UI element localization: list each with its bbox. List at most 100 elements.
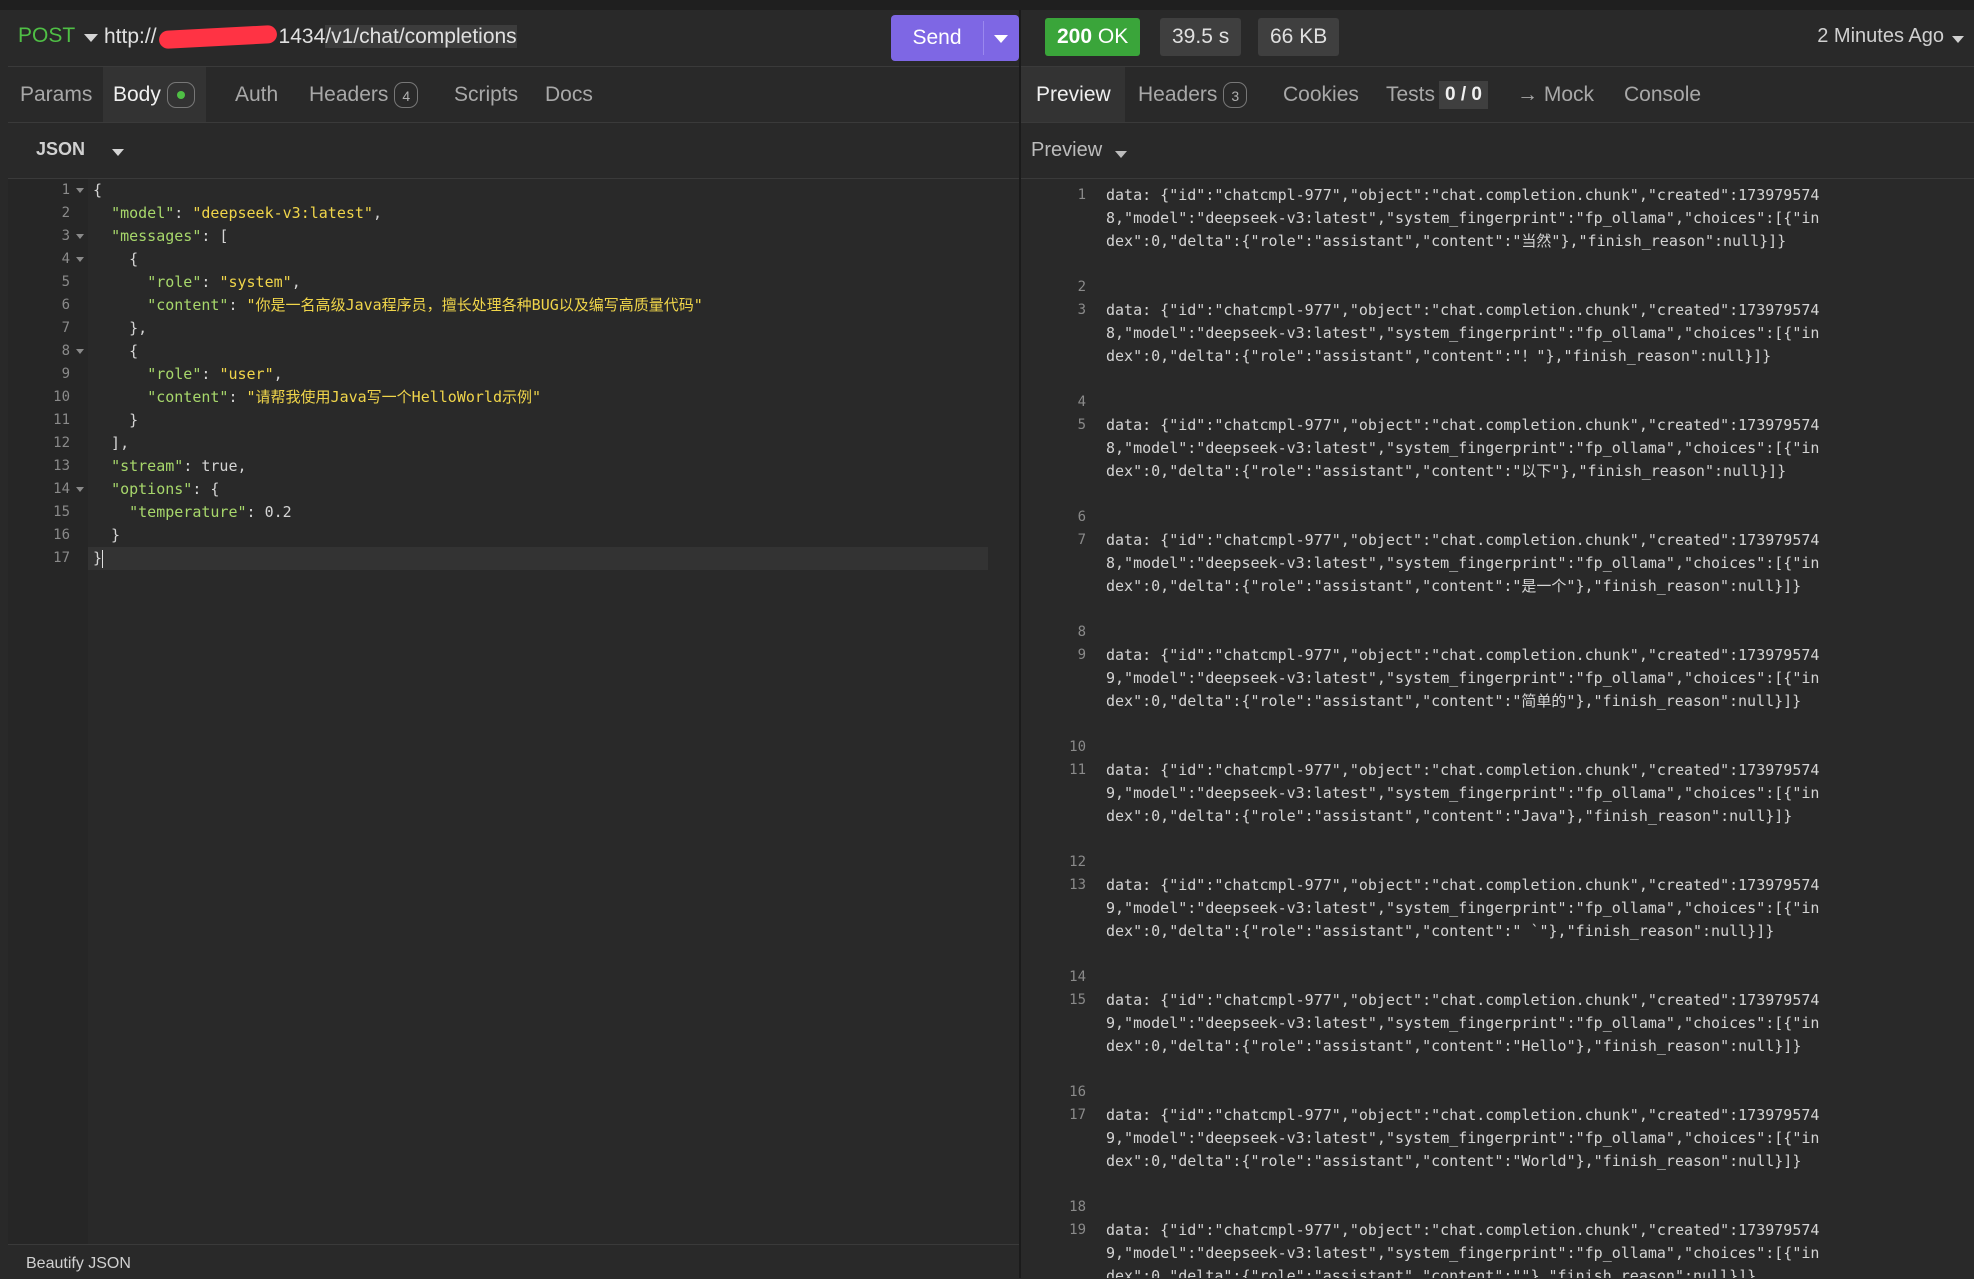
tab-label: Headers xyxy=(1138,83,1218,106)
code-text: { xyxy=(93,342,139,360)
line-number: 3 xyxy=(61,228,70,244)
code-text: } xyxy=(93,526,121,544)
line-number: 2 xyxy=(1077,279,1086,295)
code-line: } xyxy=(93,409,138,432)
chevron-down-icon[interactable] xyxy=(1952,36,1964,43)
tab-label: Scripts xyxy=(454,83,519,106)
code-text: } xyxy=(93,411,139,429)
line-number: 14 xyxy=(53,481,70,497)
tab-response-headers[interactable]: Headers 3 xyxy=(1138,67,1248,122)
chevron-down-icon[interactable] xyxy=(84,34,98,42)
line-number: 16 xyxy=(53,527,70,543)
json-key: "role" xyxy=(147,365,202,383)
chevron-down-icon[interactable] xyxy=(112,149,124,156)
code-line: "content": "请帮我使用Java写一个HelloWorld示例" xyxy=(147,388,542,406)
line-number: 15 xyxy=(53,504,70,520)
json-key: "content" xyxy=(147,296,229,314)
count-badge: 3 xyxy=(1223,82,1248,109)
line-number: 12 xyxy=(53,435,70,451)
tab-auth[interactable]: Auth xyxy=(235,67,278,122)
request-pane: POST http://1434/v1/chat/completions Sen… xyxy=(8,10,1019,1278)
line-number: 13 xyxy=(53,458,70,474)
json-key: "model" xyxy=(111,204,175,222)
code-text: ], xyxy=(93,434,130,452)
fold-caret-icon[interactable] xyxy=(76,349,84,354)
body-format-bar: JSON xyxy=(8,123,1019,179)
status-badge: 200 OK xyxy=(1045,18,1141,56)
line-number: 3 xyxy=(1077,302,1086,318)
url-input[interactable]: http:// 1434/v1/chat/completions xyxy=(104,25,517,50)
tab-params[interactable]: Params xyxy=(20,67,92,122)
tab-tests[interactable]: Tests 0 / 0 xyxy=(1386,67,1488,122)
response-tabs: Preview Headers 3 Cookies Tests 0 / 0 → Mo… xyxy=(1021,67,1974,123)
json-literal: true xyxy=(201,457,238,475)
beautify-json-button[interactable]: Beautify JSON xyxy=(26,1255,131,1273)
code-line: { xyxy=(93,248,138,271)
code-text: }, xyxy=(93,319,148,337)
line-number: 5 xyxy=(61,274,70,290)
url-bar: POST http:// 1434/v1/chat/completions Sen… xyxy=(8,10,1019,67)
stream-line-text: data: {"id":"chatcmpl-977","object":"cha… xyxy=(1106,301,1820,365)
line-number: 5 xyxy=(1077,417,1086,433)
code-line: { xyxy=(93,179,102,202)
fold-caret-icon[interactable] xyxy=(76,257,84,262)
tab-label: Console xyxy=(1624,83,1702,106)
send-button[interactable]: Send xyxy=(891,15,1019,61)
json-key: "temperature" xyxy=(129,503,247,521)
method-select[interactable]: POST xyxy=(18,24,75,48)
code-line: "messages": [ xyxy=(111,227,229,245)
line-number: 6 xyxy=(1077,509,1086,525)
code-line: "model": "deepseek-v3:latest", xyxy=(111,204,382,222)
json-string: "deepseek-v3:latest" xyxy=(192,204,373,222)
body-editor[interactable]: 1 2 3 4 5 6 7 8 9 10 11 12 13 14 15 16 17 { "model": "de… xyxy=(8,179,1019,1244)
editor-footer: Beautify JSON xyxy=(8,1244,1019,1279)
body-format-select[interactable]: JSON xyxy=(36,139,85,160)
tab-preview[interactable]: Preview xyxy=(1021,67,1125,122)
json-key: "content" xyxy=(147,388,229,406)
send-options-chevron-icon[interactable] xyxy=(994,35,1008,43)
line-number: 12 xyxy=(1069,854,1086,870)
line-number: 1 xyxy=(1077,187,1086,203)
tests-count-badge: 0 / 0 xyxy=(1439,81,1488,110)
fold-caret-icon[interactable] xyxy=(76,234,84,239)
tab-body[interactable]: Body xyxy=(103,67,206,122)
tab-mock[interactable]: → Mock xyxy=(1517,67,1594,122)
json-key: "stream" xyxy=(111,457,184,475)
line-number: 16 xyxy=(1069,1084,1086,1100)
code-line: ], xyxy=(93,432,129,455)
stream-line-text: data: {"id":"chatcmpl-977","object":"cha… xyxy=(1106,646,1820,710)
tab-label: Cookies xyxy=(1283,83,1359,106)
status-code: 200 xyxy=(1057,25,1093,48)
stream-line-text: data: {"id":"chatcmpl-977","object":"cha… xyxy=(1106,761,1820,825)
tab-docs[interactable]: Docs xyxy=(545,67,593,122)
tab-scripts[interactable]: Scripts xyxy=(454,67,518,122)
line-number: 17 xyxy=(53,550,70,566)
fold-caret-icon[interactable] xyxy=(76,188,84,193)
stream-line-text: data: {"id":"chatcmpl-977","object":"cha… xyxy=(1106,416,1820,480)
text-cursor xyxy=(102,549,104,568)
url-port: 1434 xyxy=(278,25,326,48)
tab-console[interactable]: Console xyxy=(1624,67,1701,122)
line-number: 10 xyxy=(1069,739,1086,755)
code-line: "content": "你是一名高级Java程序员，擅长处理各种BUG以及编写高… xyxy=(147,296,703,314)
tab-cookies[interactable]: Cookies xyxy=(1283,67,1359,122)
json-key: "messages" xyxy=(111,227,202,245)
url-prefix: http:// xyxy=(104,25,157,48)
tab-label: Headers xyxy=(309,83,389,106)
code-line: "role": "user", xyxy=(147,365,283,383)
tab-headers[interactable]: Headers 4 xyxy=(309,67,419,122)
stream-line-text: data: {"id":"chatcmpl-977","object":"cha… xyxy=(1106,876,1820,940)
chevron-down-icon[interactable] xyxy=(1115,151,1127,158)
response-time-badge: 39.5 s xyxy=(1160,18,1242,56)
response-preview[interactable]: 1 data: {"id":"chatcmpl-977","object":"ch… xyxy=(1021,179,1974,1278)
line-number: 4 xyxy=(61,251,70,267)
line-number: 18 xyxy=(1069,1199,1086,1215)
code-text: { xyxy=(93,181,103,199)
preview-mode-select[interactable]: Preview xyxy=(1031,139,1102,162)
tab-label: Docs xyxy=(545,83,593,106)
stream-line-text: data: {"id":"chatcmpl-977","object":"cha… xyxy=(1106,991,1820,1055)
history-select[interactable]: 2 Minutes Ago xyxy=(1817,25,1944,48)
fold-caret-icon[interactable] xyxy=(76,487,84,492)
line-number: 11 xyxy=(1069,762,1086,778)
line-number: 8 xyxy=(61,343,70,359)
